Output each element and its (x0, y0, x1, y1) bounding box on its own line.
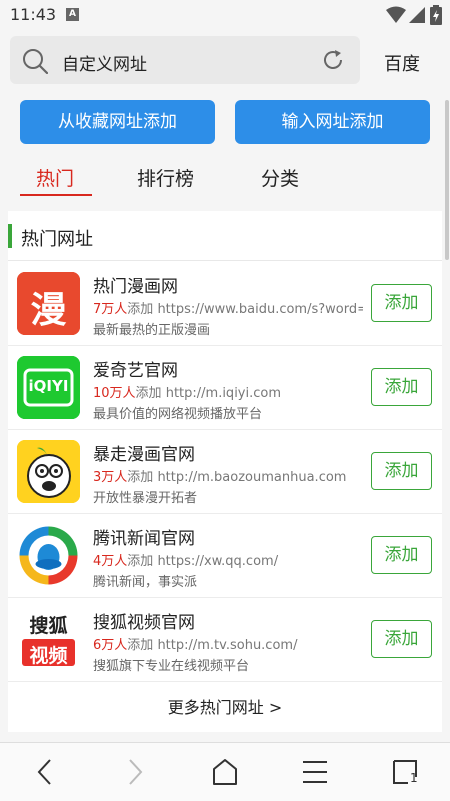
tab-ranking[interactable]: 排行榜 (137, 164, 194, 191)
logo-text: 漫 (30, 290, 67, 331)
added-label: 添加 (127, 638, 154, 653)
notification-icon: A (66, 8, 79, 21)
scrollbar[interactable] (445, 100, 449, 260)
site-url: https://www.baidu.com/s?word=%E (157, 302, 363, 317)
battery-icon (430, 5, 442, 25)
status-bar: 11:43 A (0, 0, 450, 30)
comic-site-logo: 漫 (17, 272, 80, 335)
add-button[interactable]: 添加 (371, 536, 432, 574)
site-desc: 最具价值的网络视频播放平台 (93, 407, 263, 422)
added-label: 添加 (135, 386, 162, 401)
hot-sites-card: 热门网址 漫 热门漫画网 7万人添加 https://www.baidu.com… (8, 211, 442, 732)
forward-icon[interactable] (124, 757, 146, 787)
site-meta: 4万人添加 https://xw.qq.com/ (93, 550, 363, 569)
site-row[interactable]: iQIYI 爱奇艺官网 10万人添加 http://m.iqiyi.com 最具… (8, 346, 442, 430)
site-name: 爱奇艺官网 (93, 361, 178, 381)
user-count: 4万人 (93, 554, 128, 569)
active-tab-indicator (20, 194, 92, 196)
tencent-news-icon (19, 526, 78, 585)
site-name: 热门漫画网 (93, 277, 178, 297)
added-label: 添加 (127, 470, 154, 485)
address-input[interactable]: 自定义网址 (10, 36, 360, 84)
site-meta: 3万人添加 http://m.baozoumanhua.com (93, 466, 363, 485)
site-url: https://xw.qq.com/ (157, 554, 279, 569)
add-button[interactable]: 添加 (371, 620, 432, 658)
site-desc: 搜狐旗下专业在线视频平台 (93, 659, 250, 674)
added-label: 添加 (127, 302, 154, 317)
user-count: 3万人 (93, 470, 128, 485)
site-row[interactable]: 暴走漫画官网 3万人添加 http://m.baozoumanhua.com 开… (8, 430, 442, 514)
sohu-video-logo: 搜狐 视频 (17, 608, 80, 671)
site-row[interactable]: 漫 热门漫画网 7万人添加 https://www.baidu.com/s?wo… (8, 262, 442, 346)
section-title: 热门网址 (21, 229, 93, 250)
status-time: 11:43 (10, 5, 57, 24)
site-desc: 开放性暴漫开拓者 (93, 491, 198, 506)
user-count: 7万人 (93, 302, 128, 317)
address-text: 自定义网址 (62, 55, 147, 75)
site-desc: 腾讯新闻，事实派 (93, 575, 198, 590)
bottom-nav: 1 (0, 742, 450, 801)
logo-text-bottom: 视频 (29, 645, 68, 667)
tab-category[interactable]: 分类 (261, 164, 299, 191)
add-button[interactable]: 添加 (371, 452, 432, 490)
site-url: http://m.baozoumanhua.com (157, 470, 347, 485)
tencent-news-logo (17, 524, 80, 587)
main-panel: 从收藏网址添加 输入网址添加 热门 排行榜 分类 热门网址 漫 热门漫画网 7万… (0, 90, 450, 742)
tab-hot[interactable]: 热门 (36, 164, 74, 191)
logo-text: iQIYI (28, 377, 69, 395)
site-name: 搜狐视频官网 (93, 613, 195, 633)
iqiyi-logo: iQIYI (17, 356, 80, 419)
user-count: 10万人 (93, 386, 136, 401)
added-label: 添加 (127, 554, 154, 569)
tabs-count: 1 (410, 771, 418, 785)
refresh-icon[interactable] (321, 48, 345, 72)
more-hot-sites-link[interactable]: 更多热门网址 > (8, 683, 442, 732)
logo-text-top: 搜狐 (29, 615, 68, 637)
home-icon[interactable] (211, 757, 239, 787)
site-row[interactable]: 搜狐 视频 搜狐视频官网 6万人添加 http://m.tv.sohu.com/… (8, 598, 442, 682)
site-meta: 10万人添加 http://m.iqiyi.com (93, 382, 363, 401)
menu-icon[interactable] (301, 757, 329, 787)
add-by-url-button[interactable]: 输入网址添加 (235, 100, 430, 144)
search-engine-button[interactable]: 百度 (384, 50, 420, 76)
section-accent-bar (8, 224, 12, 248)
baozou-logo (17, 440, 80, 503)
site-meta: 7万人添加 https://www.baidu.com/s?word=%E (93, 298, 363, 317)
search-icon (23, 49, 48, 74)
site-name: 暴走漫画官网 (93, 445, 195, 465)
add-button[interactable]: 添加 (371, 368, 432, 406)
section-header: 热门网址 (8, 211, 442, 261)
site-url: http://m.iqiyi.com (165, 386, 282, 401)
site-desc: 最新最热的正版漫画 (93, 323, 211, 338)
site-row[interactable]: 腾讯新闻官网 4万人添加 https://xw.qq.com/ 腾讯新闻，事实派… (8, 514, 442, 598)
add-button[interactable]: 添加 (371, 284, 432, 322)
site-name: 腾讯新闻官网 (93, 529, 195, 549)
signal-icon (409, 7, 425, 23)
user-count: 6万人 (93, 638, 128, 653)
site-url: http://m.tv.sohu.com/ (157, 638, 298, 653)
add-from-favorites-button[interactable]: 从收藏网址添加 (20, 100, 215, 144)
site-meta: 6万人添加 http://m.tv.sohu.com/ (93, 634, 363, 653)
tabs-button[interactable]: 1 (390, 757, 420, 787)
baozou-face-icon (17, 440, 80, 503)
back-icon[interactable] (34, 757, 56, 787)
top-bar: 自定义网址 百度 (0, 30, 450, 90)
wifi-icon (386, 6, 406, 23)
